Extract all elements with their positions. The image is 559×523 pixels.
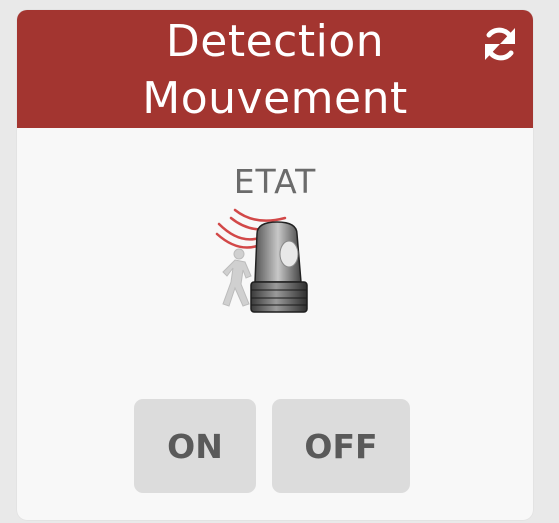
widget-title: Detection Mouvement [47, 13, 503, 127]
off-button[interactable]: OFF [272, 399, 410, 493]
widget-header: Detection Mouvement [17, 10, 533, 128]
title-line-1: Detection [165, 16, 385, 67]
motion-detection-widget: Detection Mouvement ETAT ON OFF [17, 10, 533, 520]
state-label: ETAT [233, 162, 317, 201]
on-button[interactable]: ON [134, 399, 256, 493]
refresh-icon[interactable] [480, 24, 520, 64]
title-line-2: Mouvement [142, 73, 408, 124]
motion-sensor-icon [215, 204, 321, 316]
